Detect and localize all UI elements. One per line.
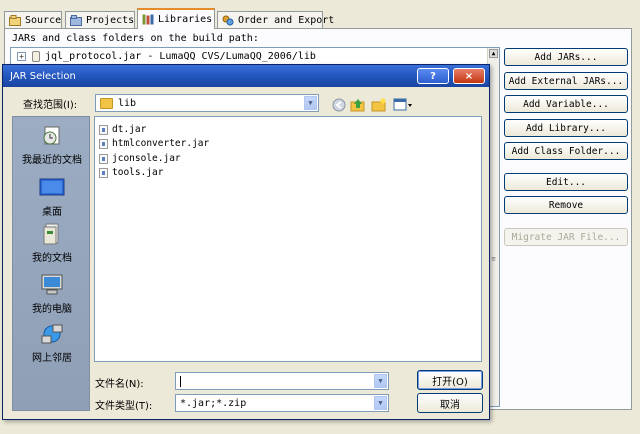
scroll-up-icon[interactable]: ▲ <box>489 49 498 58</box>
new-folder-icon[interactable] <box>371 97 387 113</box>
list-item[interactable]: htmlconverter.jar <box>99 138 209 149</box>
list-item[interactable]: jconsole.jar <box>99 153 181 164</box>
look-in-value: lib <box>118 97 137 109</box>
projects-icon <box>70 14 82 26</box>
place-network[interactable]: 网上邻居 <box>13 323 91 364</box>
remove-button[interactable]: Remove <box>504 196 628 214</box>
add-external-jars-button[interactable]: Add External JARs... <box>504 72 628 90</box>
open-button[interactable]: 打开(O) <box>417 370 483 390</box>
my-computer-icon <box>39 274 65 296</box>
network-places-icon <box>39 323 65 345</box>
look-in-label: 查找范围(I): <box>23 100 78 111</box>
jar-icon <box>32 51 40 62</box>
scroll-grip-icon[interactable]: ≡ <box>490 256 497 263</box>
file-type-value: *.jar;*.zip <box>180 397 247 409</box>
file-name: htmlconverter.jar <box>112 138 210 149</box>
chevron-down-icon[interactable]: ▼ <box>374 396 387 410</box>
add-library-button[interactable]: Add Library... <box>504 119 628 137</box>
folder-icon <box>100 97 113 109</box>
tab-source[interactable]: Source <box>4 11 62 28</box>
dialog-title: JAR Selection <box>10 70 76 82</box>
tab-projects-label: Projects <box>86 14 135 26</box>
tab-source-label: Source <box>25 14 62 26</box>
add-class-folder-button[interactable]: Add Class Folder... <box>504 142 628 160</box>
up-folder-icon[interactable] <box>350 97 366 113</box>
tree-row[interactable]: + jql_protocol.jar - LumaQQ CVS/LumaQQ_2… <box>17 51 316 62</box>
add-jars-button[interactable]: Add JARs... <box>504 48 628 66</box>
list-item[interactable]: dt.jar <box>99 124 146 135</box>
place-desktop[interactable]: 桌面 <box>13 177 91 218</box>
place-my-computer[interactable]: 我的电脑 <box>13 274 91 315</box>
recent-documents-icon <box>39 125 65 147</box>
place-label: 我的文档 <box>32 253 72 264</box>
place-label: 网上邻居 <box>32 353 72 364</box>
chevron-down-icon[interactable]: ▼ <box>374 374 387 388</box>
jar-file-icon <box>99 167 108 178</box>
help-icon[interactable]: ? <box>417 68 449 84</box>
build-path-label: JARs and class folders on the build path… <box>12 33 259 44</box>
edit-button[interactable]: Edit... <box>504 173 628 191</box>
place-label: 我的电脑 <box>32 304 72 315</box>
tab-libraries-label: Libraries <box>158 14 213 25</box>
list-item[interactable]: tools.jar <box>99 167 163 178</box>
tab-libraries[interactable]: Libraries <box>137 8 215 29</box>
cancel-button[interactable]: 取消 <box>417 393 483 413</box>
jar-selection-dialog: JAR Selection ? × 查找范围(I): lib ▼ 我最近的文档 … <box>2 64 490 420</box>
tab-order-export[interactable]: Order and Export <box>217 11 334 28</box>
jar-file-icon <box>99 124 108 135</box>
tab-projects[interactable]: Projects <box>65 11 135 28</box>
order-export-icon <box>222 15 234 26</box>
close-icon[interactable]: × <box>453 68 485 84</box>
source-icon <box>9 14 21 26</box>
file-name: jconsole.jar <box>112 153 181 164</box>
dialog-titlebar[interactable]: JAR Selection ? × <box>3 65 489 87</box>
file-name-label: 文件名(N): <box>95 379 144 390</box>
chevron-down-icon[interactable]: ▼ <box>304 96 317 110</box>
libraries-icon <box>142 14 154 25</box>
file-name: tools.jar <box>112 167 164 178</box>
my-documents-icon <box>39 223 65 245</box>
add-variable-button[interactable]: Add Variable... <box>504 95 628 113</box>
tab-order-export-label: Order and Export <box>238 14 335 26</box>
expand-icon[interactable]: + <box>17 52 26 61</box>
jar-file-icon <box>99 138 108 149</box>
file-name: dt.jar <box>112 124 147 135</box>
place-recent-documents[interactable]: 我最近的文档 <box>13 125 91 166</box>
place-label: 我最近的文档 <box>22 155 82 166</box>
file-type-select[interactable]: *.jar;*.zip ▼ <box>175 394 389 412</box>
jar-file-icon <box>99 153 108 164</box>
tree-row-label: jql_protocol.jar - LumaQQ CVS/LumaQQ_200… <box>45 51 316 62</box>
places-bar: 我最近的文档 桌面 我的文档 我的电脑 网上邻居 <box>12 116 90 411</box>
place-label: 桌面 <box>42 207 62 218</box>
migrate-jar-button[interactable]: Migrate JAR File... <box>504 228 628 246</box>
desktop-icon <box>39 177 65 199</box>
file-name-input[interactable]: ▼ <box>175 372 389 390</box>
back-icon[interactable] <box>331 97 347 113</box>
text-caret <box>180 375 181 387</box>
look-in-combo[interactable]: lib ▼ <box>95 94 319 112</box>
file-list[interactable]: dt.jar htmlconverter.jar jconsole.jar to… <box>94 116 482 362</box>
view-menu-icon[interactable] <box>392 97 414 113</box>
place-my-documents[interactable]: 我的文档 <box>13 223 91 264</box>
file-type-label: 文件类型(T): <box>95 401 153 412</box>
